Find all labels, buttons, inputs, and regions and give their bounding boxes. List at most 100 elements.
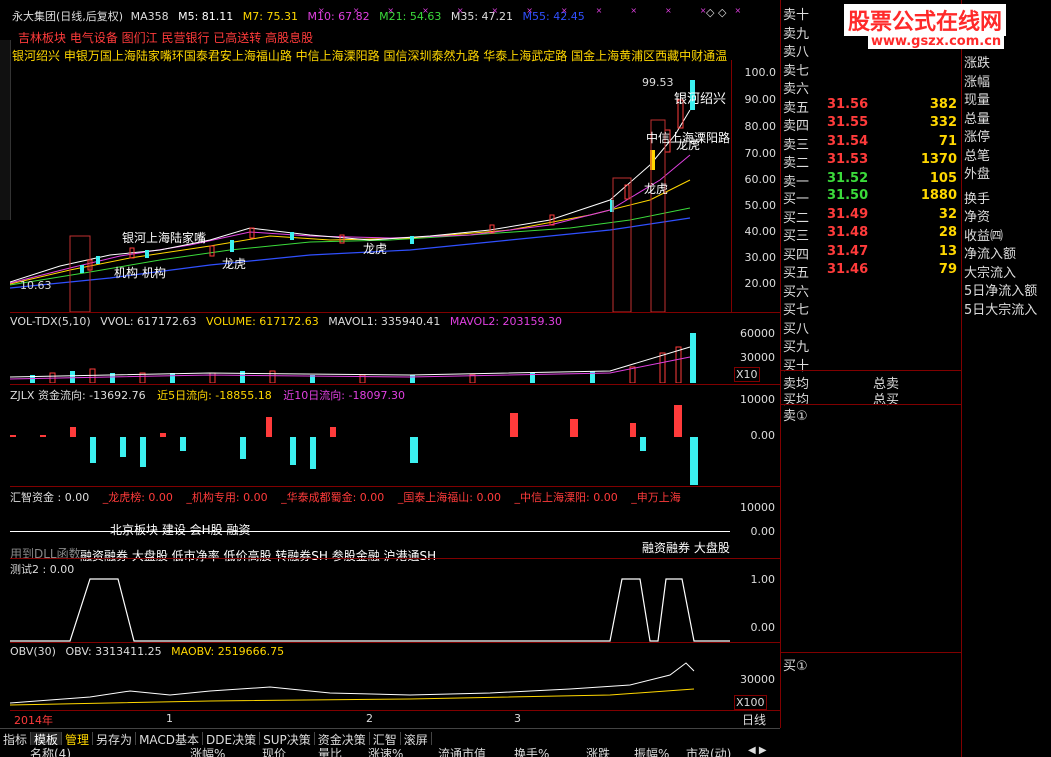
- obv-panel[interactable]: OBV(30) OBV: 3313411.25 MAOBV: 2519666.7…: [10, 642, 780, 711]
- fund-axis-0: 0.00: [750, 429, 776, 442]
- huizhi-item-5: _申万上海: [631, 491, 681, 504]
- order-book-row[interactable]: 买九: [781, 336, 961, 355]
- volume-panel[interactable]: VOL-TDX(5,10) VVOL: 617172.63 VOLUME: 61…: [10, 312, 780, 385]
- order-volume: 1880: [920, 188, 957, 203]
- vol-unit: X10: [734, 367, 760, 382]
- col-name[interactable]: 名称(4): [30, 745, 71, 757]
- order-price: 31.47: [827, 243, 869, 259]
- sell-circle-label[interactable]: 卖①: [783, 405, 808, 424]
- order-volume: 105: [929, 170, 957, 186]
- huizhi-item-3: _国泰上海福山: 0.00: [397, 491, 502, 504]
- highlight-box-2: [612, 177, 632, 312]
- col-pe[interactable]: 市盈(动): [686, 745, 731, 757]
- col-speed[interactable]: 涨速%: [368, 745, 403, 757]
- order-level-label: 卖十: [783, 8, 810, 23]
- axis-30: 30.00: [744, 251, 777, 264]
- col-vol-ratio[interactable]: 量比: [318, 745, 342, 757]
- top-x-markers: ×××××××××××××: [318, 6, 770, 15]
- stats-item: 5日大宗流入: [964, 302, 1038, 318]
- stats-item: 大宗流入: [964, 265, 1017, 281]
- m7-label: M7: 75.31: [242, 10, 298, 23]
- col-chg[interactable]: 涨跌: [586, 745, 610, 757]
- scroll-arrows[interactable]: ◀ ▶: [748, 745, 767, 756]
- huizhi-overlay-a: 北京板块 建设 会H股 融资: [110, 523, 251, 537]
- order-book-row[interactable]: 买三 31.48 28: [781, 225, 961, 244]
- order-level-label: 买五: [783, 266, 810, 281]
- order-level-label: 买七: [783, 303, 810, 318]
- huizhi-title[interactable]: 汇智资金 : 0.00: [10, 491, 89, 504]
- vol-axis-60000: 60000: [740, 327, 775, 340]
- order-level-label: 卖三: [783, 137, 810, 153]
- order-book-row[interactable]: 卖四 31.55 332: [781, 115, 961, 134]
- order-book-row[interactable]: 买一 31.50 1880: [781, 188, 961, 207]
- col-amplitude[interactable]: 振幅%: [634, 745, 669, 757]
- column-header-row: 名称(4) 涨幅% 现价 量比 涨速% 流通市值 换手% 涨跌 振幅% 市盈(动…: [0, 745, 780, 757]
- stats-item: 换手: [964, 191, 991, 207]
- time-axis: 2014年 1 2 3 日线: [10, 710, 780, 727]
- ma358-label: MA358: [130, 10, 169, 23]
- order-book-row[interactable]: 卖六: [781, 78, 961, 97]
- stats-item: 外盘: [964, 167, 991, 182]
- time-label-2: 2: [366, 712, 373, 725]
- watermark-title: 股票公式在线网: [844, 4, 1007, 36]
- order-price: 31.52: [827, 170, 869, 186]
- order-price: 31.50: [827, 188, 869, 203]
- order-book-row[interactable]: 买八: [781, 318, 961, 337]
- stats-item: 总笔: [964, 148, 991, 164]
- fund-axis-10000: 10000: [740, 393, 775, 406]
- buy-circle-label[interactable]: 买①: [783, 655, 808, 674]
- order-book-row[interactable]: 买四 31.47 13: [781, 243, 961, 263]
- test-axis-0: 0.00: [750, 621, 776, 634]
- time-label-3: 3: [514, 712, 521, 725]
- stock-title[interactable]: 永大集团(日线,后复权): [12, 10, 123, 23]
- huizhi-panel[interactable]: 汇智资金 : 0.00 _龙虎榜: 0.00 _机构专用: 0.00 _华泰成都…: [10, 486, 780, 563]
- order-book-row[interactable]: 卖一 31.52 105: [781, 170, 961, 190]
- order-book-row[interactable]: 买二 31.49 32: [781, 207, 961, 226]
- col-change-pct[interactable]: 涨幅%: [190, 745, 225, 757]
- time-label-2014: 2014年: [14, 714, 53, 727]
- ma-line-white: [10, 109, 691, 283]
- yinhe-lujiazui-label: 银河上海陆家嘴: [122, 231, 207, 245]
- order-book-row[interactable]: 卖三 31.54 71: [781, 133, 961, 153]
- order-volume: 28: [938, 225, 957, 240]
- chart-area[interactable]: 永大集团(日线,后复权) MA358 M5: 81.11 M7: 75.31 M…: [0, 0, 781, 728]
- order-level-label: 卖七: [783, 63, 810, 79]
- order-book-row[interactable]: 买六: [781, 281, 961, 300]
- order-book-row[interactable]: 卖五 31.56 382: [781, 97, 961, 116]
- order-volume: 13: [938, 243, 957, 259]
- period-label[interactable]: 日线: [742, 711, 766, 728]
- col-float-cap[interactable]: 流通市值: [438, 745, 486, 757]
- order-book-row[interactable]: 买十: [781, 355, 961, 374]
- order-book-row[interactable]: 卖二 31.53 1370: [781, 152, 961, 171]
- huizhi-item-4: _中信上海溧阳: 0.00: [514, 491, 618, 504]
- stats-item: 5日净流入额: [964, 284, 1038, 299]
- order-volume: 71: [938, 133, 957, 149]
- order-volume: 79: [938, 262, 957, 277]
- fund-flow-panel[interactable]: ZJLX 资金流向: -13692.76 近5日流向: -18855.18 近1…: [10, 384, 780, 487]
- order-level-label: 卖九: [783, 26, 810, 42]
- obv-unit: X100: [734, 695, 767, 710]
- sectors-line: 吉林板块 电气设备 图们江 民营银行 已高送转 高股息股: [18, 31, 314, 45]
- col-price[interactable]: 现价: [262, 745, 286, 757]
- stats-item: 现量: [964, 93, 991, 108]
- obv-lines: [10, 662, 695, 706]
- huizhi-header: 汇智资金 : 0.00 _龙虎榜: 0.00 _机构专用: 0.00 _华泰成都…: [10, 489, 681, 505]
- stats-item: 涨跌: [964, 56, 991, 71]
- ma-line-green: [10, 207, 691, 286]
- order-book-row[interactable]: 卖七: [781, 60, 961, 79]
- diamond-icons[interactable]: ◇ ◇: [706, 6, 726, 19]
- order-volume: 332: [929, 115, 957, 130]
- test-panel[interactable]: 测试2 : 0.00 1.00 0.00: [10, 558, 780, 643]
- order-level-label: 买三: [783, 229, 810, 244]
- order-book-row[interactable]: 买七: [781, 299, 961, 318]
- order-level-label: 卖五: [783, 100, 810, 116]
- longhu-label-1: 龙虎: [676, 138, 701, 152]
- fund-bars: [10, 405, 698, 485]
- order-book-row[interactable]: 买五 31.46 79: [781, 262, 961, 281]
- col-turnover[interactable]: 换手%: [514, 745, 549, 757]
- order-level-label: 卖四: [783, 119, 810, 134]
- order-level-label: 买四: [783, 247, 810, 263]
- huizhi-item-2: _华泰成都蜀金: 0.00: [281, 491, 385, 504]
- axis-40: 40.00: [744, 225, 777, 238]
- stats-item: 净流入额: [964, 247, 1017, 262]
